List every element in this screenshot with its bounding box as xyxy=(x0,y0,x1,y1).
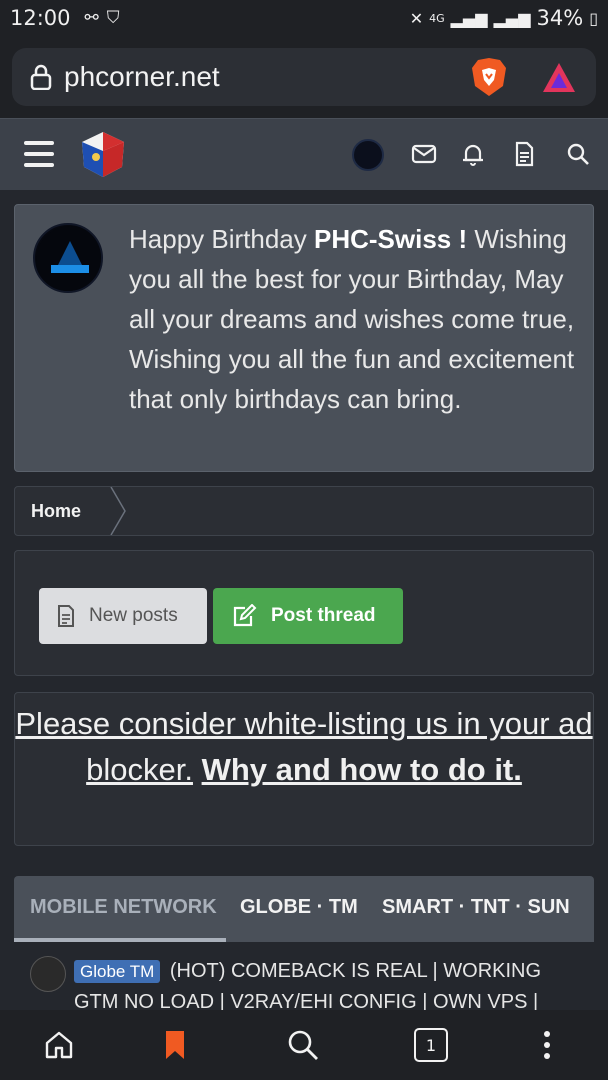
search-icon[interactable] xyxy=(286,1028,320,1062)
birthday-prefix: Happy Birthday xyxy=(129,224,314,254)
post-thread-label: Post thread xyxy=(271,605,376,626)
site-header xyxy=(0,118,608,190)
member-avatar[interactable] xyxy=(33,223,103,293)
birthday-notice: Happy Birthday PHC-Swiss ! Wishing you a… xyxy=(14,204,594,472)
browser-bottom-nav: 1 xyxy=(0,1010,608,1080)
tab-mobile-network[interactable]: MOBILE NETWORK xyxy=(30,896,217,919)
bookmark-icon[interactable] xyxy=(158,1028,192,1062)
new-posts-label: New posts xyxy=(89,605,178,626)
address-bar[interactable]: phcorner.net xyxy=(12,48,596,106)
search-icon[interactable] xyxy=(565,141,591,167)
tabs-icon[interactable]: 1 xyxy=(414,1028,448,1062)
thread-prefix-badge[interactable]: Globe TM xyxy=(74,960,161,983)
new-posts-button[interactable]: New posts xyxy=(39,588,207,644)
more-icon[interactable] xyxy=(530,1028,564,1062)
browser-toolbar: phcorner.net xyxy=(0,36,608,118)
site-logo[interactable] xyxy=(78,129,128,179)
brave-rewards-icon[interactable] xyxy=(540,60,578,96)
link-icon: ⚯ xyxy=(84,8,99,28)
adblock-notice: Please consider white-listing us in your… xyxy=(14,692,594,846)
breadcrumb-home[interactable]: Home xyxy=(31,501,81,522)
brave-shields-icon[interactable] xyxy=(470,56,508,98)
thread-list-item[interactable]: Globe TM (HOT) COMEBACK IS REAL | WORKIN… xyxy=(14,942,594,1012)
signal-icon: ▂▄▆ xyxy=(450,8,488,28)
document-icon xyxy=(58,605,74,627)
mail-icon[interactable] xyxy=(411,141,437,167)
action-bar: New posts Post thread xyxy=(14,550,594,676)
status-time: 12:00 xyxy=(10,6,71,30)
thread-title[interactable]: Globe TM (HOT) COMEBACK IS REAL | WORKIN… xyxy=(74,956,574,1012)
tab-count: 1 xyxy=(425,1035,437,1055)
thread-author-avatar[interactable] xyxy=(30,956,66,992)
tab-globe-tm[interactable]: GLOBE · TM xyxy=(240,896,358,919)
birthday-message: Happy Birthday PHC-Swiss ! Wishing you a… xyxy=(129,219,579,419)
network-type: 4G xyxy=(429,11,445,25)
user-avatar[interactable] xyxy=(352,139,384,171)
mute-icon: ✕ xyxy=(409,8,424,28)
battery-level: 34% xyxy=(536,6,584,30)
forum-tabs: MOBILE NETWORK GLOBE · TM SMART · TNT · … xyxy=(14,876,594,942)
chevron-right-icon xyxy=(110,487,126,535)
signal-icon-2: ▂▄▆ xyxy=(493,8,531,28)
battery-icon: ▯ xyxy=(589,8,598,28)
tab-smart-tnt-sun[interactable]: SMART · TNT · SUN xyxy=(382,896,570,919)
status-bar: 12:00 ⚯ ⛉ ✕ 4G ▂▄▆ ▂▄▆ 34% ▯ xyxy=(0,0,608,36)
edit-icon xyxy=(233,604,257,627)
breadcrumb: Home xyxy=(14,486,594,536)
birthday-username[interactable]: PHC-Swiss ! xyxy=(314,224,467,254)
home-icon[interactable] xyxy=(42,1028,76,1062)
menu-icon[interactable] xyxy=(24,141,54,167)
document-icon[interactable] xyxy=(511,141,537,167)
lock-icon xyxy=(30,64,52,90)
shield-icon: ⛉ xyxy=(106,8,120,28)
post-thread-button[interactable]: Post thread xyxy=(213,588,403,644)
url-text: phcorner.net xyxy=(64,61,220,92)
bell-icon[interactable] xyxy=(460,141,486,167)
adblock-help-link[interactable]: Why and how to do it. xyxy=(202,752,522,787)
